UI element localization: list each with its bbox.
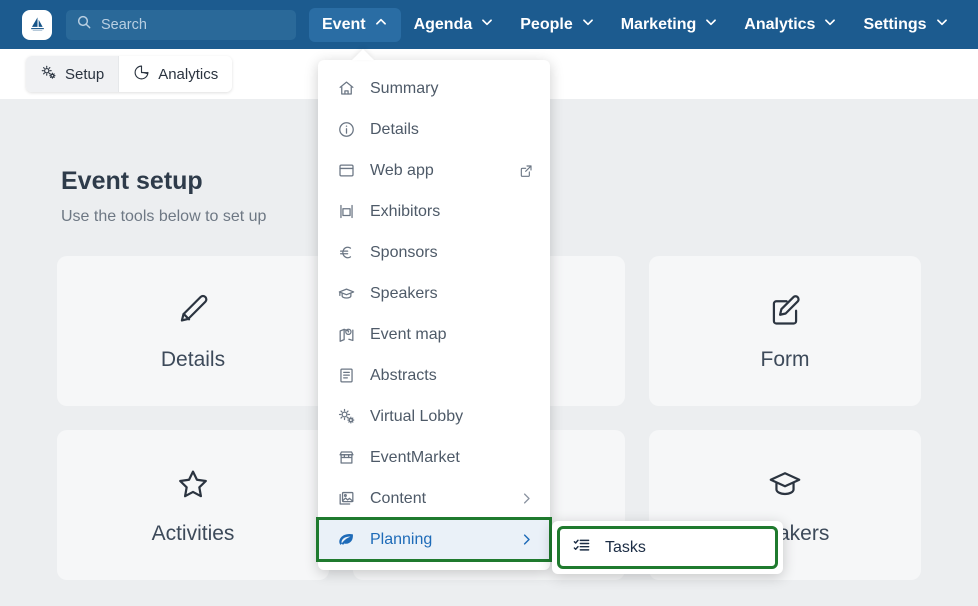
graduation-cap-icon [336,284,356,303]
card-activities[interactable]: Activities [57,430,329,580]
planning-submenu: Tasks [552,521,783,574]
nav-item-label: Agenda [413,15,473,33]
menu-item-label: Web app [370,161,434,179]
top-nav-items: Event Agenda People Marketing Analytics … [309,7,962,42]
menu-item-eventmarket[interactable]: EventMarket [318,437,550,478]
map-pin-icon [336,325,356,344]
booth-icon [336,202,356,221]
tab-label: Analytics [158,65,219,83]
chevron-down-icon [581,15,595,34]
menu-item-label: Content [370,489,427,507]
chevron-down-icon [935,15,949,34]
info-circle-icon [336,120,356,139]
chevron-down-icon [823,15,837,34]
pie-chart-icon [133,64,150,85]
menu-item-content[interactable]: Content [318,478,550,519]
chevron-up-icon [374,15,388,34]
pencil-icon [174,291,212,334]
chevron-right-icon [519,532,534,547]
tab-analytics[interactable]: Analytics [118,56,233,92]
menu-item-speakers[interactable]: Speakers [318,273,550,314]
menu-item-label: Speakers [370,284,438,302]
menu-item-label: Planning [370,530,433,548]
external-link-icon[interactable] [518,163,534,179]
card-details[interactable]: Details [57,256,329,406]
leaf-icon [336,530,356,550]
nav-item-label: Marketing [620,15,697,33]
gears-icon [40,64,57,85]
nav-item-agenda[interactable]: Agenda [401,8,508,42]
event-dropdown-menu: Summary Details Web app Exhibitors Spons… [316,60,552,570]
nav-item-people[interactable]: People [507,8,607,42]
chevron-down-icon [480,15,494,34]
menu-item-label: Details [370,120,419,138]
card-label: Activities [151,521,235,545]
image-stack-icon [336,489,356,508]
menu-item-label: Abstracts [370,366,437,384]
nav-item-analytics[interactable]: Analytics [731,8,850,42]
dropdown-caret [352,49,374,60]
graduation-cap-icon [766,465,804,508]
card-label: Form [760,347,810,371]
storefront-icon [336,448,356,467]
submenu-item-tasks[interactable]: Tasks [557,526,778,569]
menu-item-label: Exhibitors [370,202,441,220]
menu-item-label: Summary [370,79,439,97]
menu-item-web-app[interactable]: Web app [318,150,550,191]
menu-item-sponsors[interactable]: Sponsors [318,232,550,273]
menu-item-abstracts[interactable]: Abstracts [318,355,550,396]
search-icon [76,14,92,35]
nav-item-label: Analytics [744,15,816,33]
home-icon [336,79,356,98]
menu-item-label: Virtual Lobby [370,407,464,425]
menu-item-label: Sponsors [370,243,438,261]
checklist-icon [572,536,591,560]
tab-label: Setup [65,65,105,83]
search-box[interactable] [66,9,296,40]
chevron-down-icon [704,15,718,34]
menu-item-virtual-lobby[interactable]: Virtual Lobby [318,396,550,437]
nav-item-label: Event [322,15,366,33]
card-form[interactable]: Form [649,256,921,406]
euro-icon [336,243,356,262]
menu-item-planning[interactable]: Planning [316,517,552,562]
nav-item-settings[interactable]: Settings [850,8,961,42]
app-logo[interactable] [22,9,52,40]
nav-item-label: Settings [863,15,927,33]
nav-item-event[interactable]: Event [309,7,401,42]
gears-icon [336,407,356,426]
window-icon [336,161,356,180]
tab-setup[interactable]: Setup [26,56,119,92]
search-input[interactable] [101,16,286,33]
sailboat-logo-icon [28,15,47,34]
star-icon [174,465,212,508]
menu-item-label: Event map [370,325,447,343]
submenu-item-label: Tasks [605,538,646,556]
menu-item-exhibitors[interactable]: Exhibitors [318,191,550,232]
menu-item-label: EventMarket [370,448,460,466]
nav-item-label: People [520,15,573,33]
card-label: Details [160,347,226,371]
menu-item-summary[interactable]: Summary [318,68,550,109]
menu-item-event-map[interactable]: Event map [318,314,550,355]
document-icon [336,366,356,385]
top-navigation-bar: Event Agenda People [0,0,978,49]
view-tab-group: Setup Analytics [26,56,233,92]
nav-item-marketing[interactable]: Marketing [608,8,732,42]
menu-item-details[interactable]: Details [318,109,550,150]
chevron-right-icon [519,491,534,506]
edit-square-icon [766,291,804,334]
